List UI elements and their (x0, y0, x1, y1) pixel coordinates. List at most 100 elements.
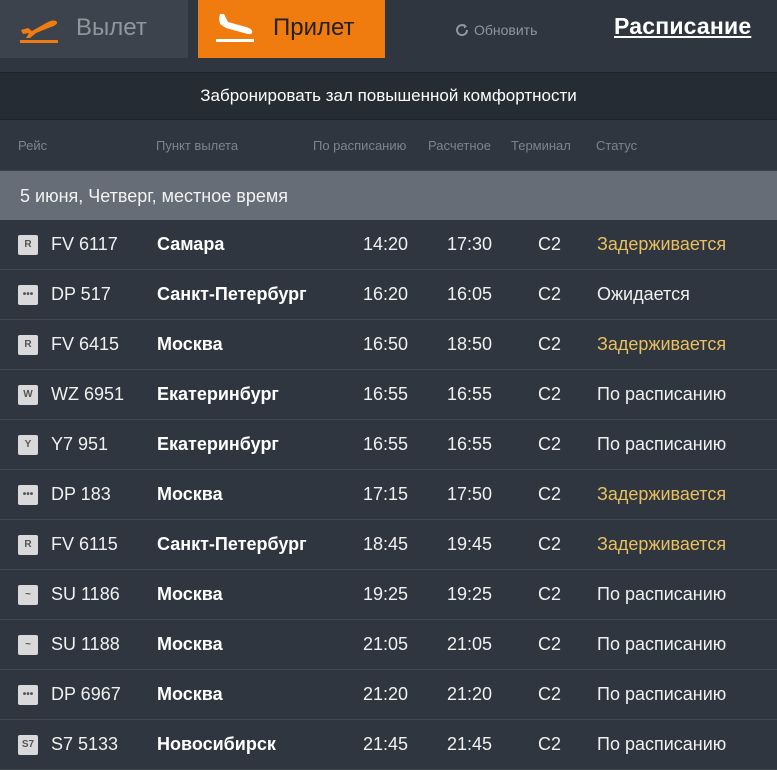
column-header-flight: Рейс (18, 138, 48, 153)
estimated-time: 16:05 (447, 284, 493, 304)
origin-city: Москва (157, 484, 223, 504)
scheduled-time: 17:15 (363, 484, 409, 504)
terminal: C2 (538, 284, 562, 304)
flight-status: По расписанию (597, 434, 727, 454)
estimated-time: 16:55 (447, 434, 493, 454)
origin-city: Новосибирск (157, 734, 276, 754)
airline-r-icon: R (18, 335, 38, 355)
origin-city: Екатеринбург (157, 434, 279, 454)
flight-status: Задерживается (597, 334, 727, 354)
scheduled-time: 21:20 (363, 684, 409, 704)
origin-city: Москва (157, 634, 223, 654)
column-header-scheduled: По расписанию (313, 138, 407, 153)
top-bar: Вылет Прилет Обновить Расписание (0, 0, 777, 70)
scheduled-time: 16:50 (363, 334, 409, 354)
flight-number: WZ 6951 (51, 384, 125, 404)
origin-city: Санкт-Петербург (157, 534, 307, 554)
estimated-time: 21:45 (447, 734, 493, 754)
airline-wing-icon: ~ (18, 585, 38, 605)
tab-arrival[interactable]: Прилет (198, 0, 385, 58)
estimated-time: 19:25 (447, 584, 493, 604)
terminal: C2 (538, 434, 562, 454)
terminal: C2 (538, 484, 562, 504)
terminal: C2 (538, 384, 562, 404)
scheduled-time: 16:55 (363, 434, 409, 454)
estimated-time: 18:50 (447, 334, 493, 354)
flight-number: SU 1188 (51, 634, 120, 654)
flight-status: По расписанию (597, 384, 727, 404)
scheduled-time: 21:05 (363, 634, 409, 654)
refresh-label: Обновить (474, 22, 538, 38)
flight-row[interactable]: ~ SU 1186 Москва 19:25 19:25 C2 По расписанию (0, 570, 777, 620)
estimated-time: 17:50 (447, 484, 493, 504)
departure-plane-icon (20, 20, 58, 43)
flight-row[interactable]: ••• DP 517 Санкт-Петербург 16:20 16:05 C2 Ожид… (0, 270, 777, 320)
flight-status: По расписанию (597, 684, 727, 704)
flight-status: Ожидается (597, 284, 690, 304)
lounge-booking-banner[interactable]: Забронировать зал повышенной комфортност… (0, 72, 777, 120)
flight-row[interactable]: ••• DP 183 Москва 17:15 17:50 C2 Задерживается (0, 470, 777, 520)
airline-r-icon: R (18, 535, 38, 555)
flight-row[interactable]: Y Y7 951 Екатеринбург 16:55 16:55 C2 По распис… (0, 420, 777, 470)
schedule-link[interactable]: Расписание (614, 13, 751, 40)
flight-status: Задерживается (597, 484, 727, 504)
flight-row[interactable]: R FV 6115 Санкт-Петербург 18:45 19:45 C2 Задер… (0, 520, 777, 570)
flight-status: По расписанию (597, 584, 727, 604)
terminal: C2 (538, 584, 562, 604)
terminal: C2 (538, 734, 562, 754)
flight-row[interactable]: ~ SU 1188 Москва 21:05 21:05 C2 По расписанию (0, 620, 777, 670)
airline-dots-icon: ••• (18, 285, 38, 305)
column-header-terminal: Терминал (511, 138, 571, 153)
origin-city: Москва (157, 584, 223, 604)
scheduled-time: 19:25 (363, 584, 409, 604)
flight-row[interactable]: S7 S7 5133 Новосибирск 21:45 21:45 C2 По распи… (0, 720, 777, 770)
estimated-time: 19:45 (447, 534, 493, 554)
terminal: C2 (538, 634, 562, 654)
arrival-plane-icon (216, 14, 254, 42)
flight-row[interactable]: ••• DP 6967 Москва 21:20 21:20 C2 По расписани… (0, 670, 777, 720)
airline-wing-icon: ~ (18, 635, 38, 655)
column-header-origin: Пункт вылета (156, 138, 239, 153)
tab-departure[interactable]: Вылет (0, 0, 188, 58)
refresh-button[interactable]: Обновить (454, 22, 537, 38)
tab-departure-label: Вылет (76, 14, 147, 41)
flight-number: SU 1186 (51, 584, 120, 604)
date-header: 5 июня, Четверг, местное время (0, 170, 777, 220)
origin-city: Екатеринбург (157, 384, 279, 404)
flight-number: Y7 951 (51, 434, 109, 454)
airline-dots-icon: ••• (18, 485, 38, 505)
flight-number: DP 183 (51, 484, 111, 504)
flight-number: DP 517 (51, 284, 111, 304)
flight-number: FV 6117 (51, 234, 118, 254)
terminal: C2 (538, 234, 562, 254)
flight-number: FV 6415 (51, 334, 120, 354)
scheduled-time: 16:55 (363, 384, 409, 404)
column-header-estimated: Расчетное (428, 138, 491, 153)
origin-city: Москва (157, 684, 223, 704)
flight-status: Задерживается (597, 234, 727, 254)
flight-row[interactable]: R FV 6415 Москва 16:50 18:50 C2 Задерживается (0, 320, 777, 370)
origin-city: Самара (157, 234, 225, 254)
scheduled-time: 18:45 (363, 534, 409, 554)
flight-list: R FV 6117 Самара 14:20 17:30 C2 Задерживается •… (0, 220, 777, 770)
estimated-time: 16:55 (447, 384, 493, 404)
terminal: C2 (538, 684, 562, 704)
airline-r-icon: R (18, 235, 38, 255)
flight-number: FV 6115 (51, 534, 118, 554)
origin-city: Санкт-Петербург (157, 284, 307, 304)
flight-row[interactable]: W WZ 6951 Екатеринбург 16:55 16:55 C2 По распи… (0, 370, 777, 420)
refresh-icon (456, 24, 469, 37)
airline-dots-icon: ••• (18, 685, 38, 705)
flight-row[interactable]: R FV 6117 Самара 14:20 17:30 C2 Задерживается (0, 220, 777, 270)
flight-number: DP 6967 (51, 684, 121, 704)
estimated-time: 21:05 (447, 634, 493, 654)
flight-status: По расписанию (597, 634, 727, 654)
terminal: C2 (538, 534, 562, 554)
tab-arrival-label: Прилет (273, 14, 355, 41)
flight-status: Задерживается (597, 534, 727, 554)
estimated-time: 21:20 (447, 684, 493, 704)
estimated-time: 17:30 (447, 234, 493, 254)
scheduled-time: 16:20 (363, 284, 409, 304)
scheduled-time: 21:45 (363, 734, 409, 754)
airline-bird-icon: Y (18, 435, 38, 455)
